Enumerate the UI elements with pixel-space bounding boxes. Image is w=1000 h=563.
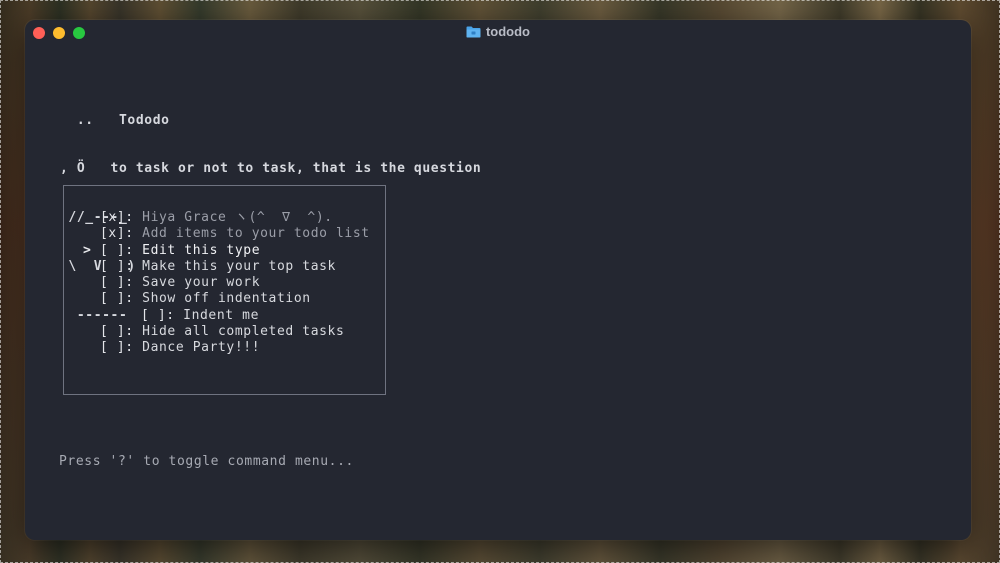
todo-item[interactable]: [ ]: Hide all completed tasks xyxy=(83,324,370,340)
todo-checkbox[interactable]: [ ]: xyxy=(100,259,134,274)
todo-item[interactable]: [ ]: Indent me xyxy=(83,308,370,324)
window-title-area: tododo xyxy=(25,24,971,41)
help-hint: Press '?' to toggle command menu... xyxy=(59,454,354,469)
todo-checkbox[interactable]: [ ]: xyxy=(141,308,175,323)
todo-item[interactable]: [ ]: Save your work xyxy=(83,275,370,291)
todo-checkbox[interactable]: [x]: xyxy=(100,226,134,241)
todo-label: Edit this type xyxy=(142,242,261,258)
todo-label: Add items to your todo list xyxy=(142,226,370,242)
terminal-window[interactable]: tododo .. Tododo , Ö to task or not to t… xyxy=(25,20,971,540)
todo-checkbox[interactable]: [ ]: xyxy=(100,340,134,355)
todo-label: Make this your top task xyxy=(142,258,336,274)
selection-cursor: > xyxy=(83,242,92,258)
window-title: tododo xyxy=(485,24,531,39)
todo-checkbox[interactable]: [x]: xyxy=(100,210,134,225)
todo-checkbox[interactable]: [ ]: xyxy=(100,243,134,258)
todo-item[interactable]: [ ]: Dance Party!!! xyxy=(83,340,370,356)
todo-list[interactable]: [x]: Hiya Grace ヽ(^ ∇ ^). [x]: Add items … xyxy=(83,210,370,357)
banner-line: , Ö to task or not to task, that is the … xyxy=(60,161,482,177)
todo-checkbox[interactable]: [ ]: xyxy=(100,275,134,290)
todo-checkbox[interactable]: [ ]: xyxy=(100,324,134,339)
todo-item[interactable]: [x]: Add items to your todo list xyxy=(83,226,370,242)
todo-label: Show off indentation xyxy=(142,291,311,307)
title-bar[interactable]: tododo xyxy=(25,20,971,46)
folder-icon xyxy=(466,26,481,41)
todo-item[interactable]: [ ]: Make this your top task xyxy=(83,259,370,275)
todo-label: Save your work xyxy=(142,275,261,291)
todo-label: Hiya Grace ヽ(^ ∇ ^). xyxy=(142,210,333,225)
todo-label: Dance Party!!! xyxy=(142,340,261,356)
banner-line: .. Tododo xyxy=(60,112,170,128)
todo-label: Hide all completed tasks xyxy=(142,324,345,340)
todo-label: Indent me xyxy=(183,307,259,323)
todo-checkbox[interactable]: [ ]: xyxy=(100,291,134,306)
todo-item[interactable]: [x]: Hiya Grace ヽ(^ ∇ ^). xyxy=(83,210,370,226)
todo-item[interactable]: [ ]: Show off indentation xyxy=(83,291,370,307)
todo-item[interactable]: > [ ]: Edit this type xyxy=(83,243,370,259)
